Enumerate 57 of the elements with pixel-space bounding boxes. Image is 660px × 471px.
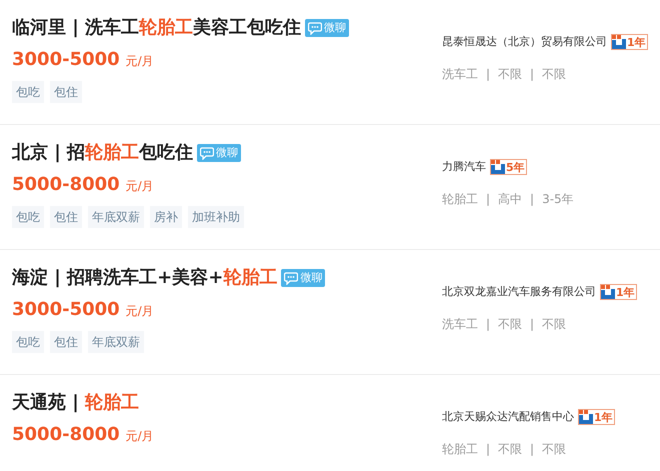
benefit-tag: 房补 — [150, 206, 182, 228]
benefit-tag: 包吃 — [12, 331, 44, 353]
job-meta: 不限 — [498, 316, 522, 332]
chat-bubble-icon — [200, 146, 214, 160]
years-badge: 1年 — [600, 284, 637, 300]
job-meta: 轮胎工 — [442, 440, 478, 458]
job-meta: 轮胎工 — [442, 190, 478, 208]
job-meta: | — [530, 440, 534, 458]
benefit-tag: 包住 — [50, 81, 82, 103]
benefit-tag: 包吃 — [12, 206, 44, 228]
job-meta: | — [530, 316, 534, 332]
job-title[interactable]: 海淀 | 招聘洗车工+美容+轮胎工 — [12, 264, 278, 292]
job-meta: 3-5年 — [542, 190, 574, 208]
logo-icon — [579, 410, 593, 424]
job-meta: 不限 — [542, 66, 566, 82]
job-meta: 不限 — [542, 316, 566, 332]
salary-unit: 元/月 — [126, 428, 154, 445]
job-meta: 不限 — [498, 66, 522, 82]
years-badge: 5年 — [490, 159, 527, 176]
benefit-tag: 包住 — [50, 206, 82, 228]
logo-icon — [612, 35, 626, 50]
job-meta: 洗车工 — [442, 316, 478, 332]
benefit-tag: 包住 — [50, 331, 82, 353]
company-name[interactable]: 力腾汽车 — [442, 159, 486, 176]
job-meta: | — [486, 190, 490, 208]
logo-icon — [491, 160, 505, 174]
salary: 5000-8000 — [12, 423, 120, 447]
benefit-tag: 加班补助 — [188, 206, 244, 228]
salary-unit: 元/月 — [126, 303, 154, 320]
years-badge: 1年 — [611, 34, 648, 50]
benefit-tag: 包吃 — [12, 81, 44, 103]
salary: 3000-5000 — [12, 48, 120, 72]
salary: 3000-5000 — [12, 298, 120, 322]
job-meta: 高中 — [498, 190, 522, 208]
company-name[interactable]: 昆泰恒晟达（北京）贸易有限公司 — [442, 34, 607, 50]
job-title[interactable]: 天通苑 | 轮胎工 — [12, 389, 140, 417]
job-meta: | — [486, 66, 490, 82]
job-meta: 不限 — [542, 440, 566, 458]
job-meta: 不限 — [498, 440, 522, 458]
chat-bubble-icon — [284, 272, 298, 284]
benefit-tag: 年底双薪 — [88, 331, 144, 353]
salary-unit: 元/月 — [126, 53, 154, 70]
chat-bubble-icon — [308, 22, 322, 34]
job-meta: | — [530, 66, 534, 82]
company-name[interactable]: 北京双龙嘉业汽车服务有限公司 — [442, 284, 596, 300]
job-meta: | — [486, 440, 490, 458]
job-title[interactable]: 北京 | 招轮胎工包吃住 — [12, 139, 194, 167]
logo-icon — [601, 285, 615, 300]
job-meta: 洗车工 — [442, 66, 478, 82]
years-badge: 1年 — [578, 409, 615, 426]
benefit-tag: 年底双薪 — [88, 206, 144, 228]
salary: 5000-8000 — [12, 173, 120, 197]
job-title[interactable]: 临河里 | 洗车工轮胎工美容工包吃住 — [12, 14, 302, 42]
job-meta: | — [486, 316, 490, 332]
job-meta: | — [530, 190, 534, 208]
company-name[interactable]: 北京天赐众达汽配销售中心 — [442, 409, 574, 426]
salary-unit: 元/月 — [126, 178, 154, 195]
